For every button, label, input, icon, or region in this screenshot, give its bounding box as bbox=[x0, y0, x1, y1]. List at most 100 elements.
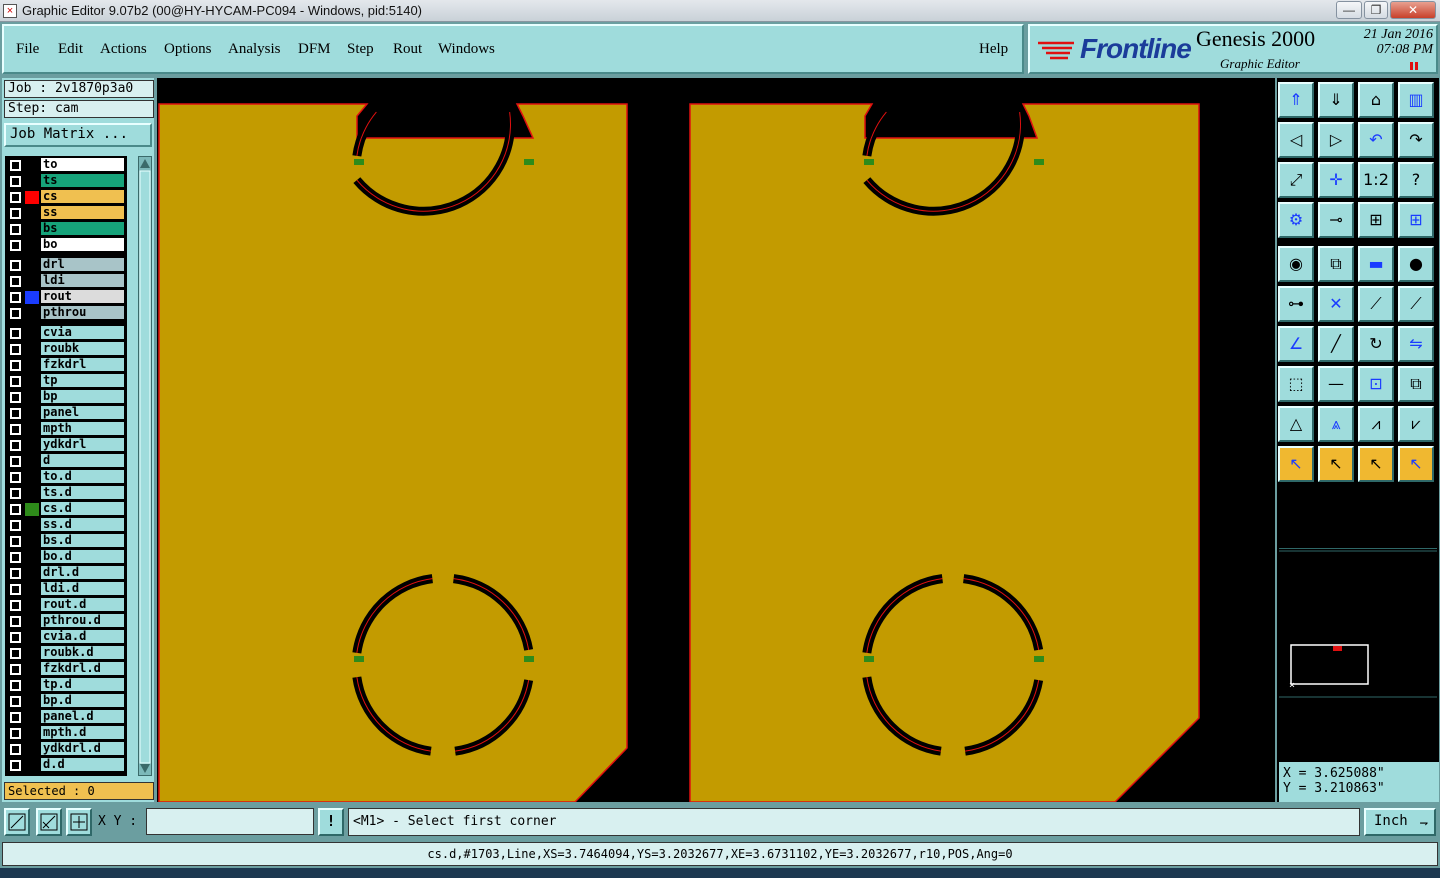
layer-row-bp-d[interactable]: bp.d bbox=[5, 694, 127, 708]
tool-button[interactable]: ⟋ bbox=[1358, 286, 1394, 322]
layer-checkbox[interactable] bbox=[10, 680, 21, 691]
layer-row-ydkdrl-d[interactable]: ydkdrl.d bbox=[5, 742, 127, 756]
warning-button[interactable]: ! bbox=[318, 808, 344, 836]
layer-checkbox[interactable] bbox=[10, 568, 21, 579]
layer-row-roubk-d[interactable]: roubk.d bbox=[5, 646, 127, 660]
snap-toggle-button[interactable] bbox=[4, 808, 30, 836]
layer-checkbox[interactable] bbox=[10, 328, 21, 339]
layer-checkbox[interactable] bbox=[10, 160, 21, 171]
tool-button[interactable]: ↖ bbox=[1278, 446, 1314, 482]
layer-checkbox[interactable] bbox=[10, 472, 21, 483]
layer-checkbox[interactable] bbox=[10, 176, 21, 187]
tool-button[interactable]: ⚙ bbox=[1278, 202, 1314, 238]
layer-checkbox[interactable] bbox=[10, 488, 21, 499]
menu-step[interactable]: Step bbox=[347, 41, 374, 58]
tool-button[interactable]: ⧉ bbox=[1318, 246, 1354, 282]
tool-button[interactable]: ▬ bbox=[1358, 246, 1394, 282]
layer-row-ts[interactable]: ts bbox=[5, 174, 127, 188]
tool-button[interactable]: ⇑ bbox=[1278, 82, 1314, 118]
layer-row-rout-d[interactable]: rout.d bbox=[5, 598, 127, 612]
menu-actions[interactable]: Actions bbox=[100, 41, 147, 58]
layer-checkbox[interactable] bbox=[10, 664, 21, 675]
tool-button[interactable]: ∠ bbox=[1278, 326, 1314, 362]
maximize-button[interactable]: ❐ bbox=[1364, 1, 1388, 19]
layer-checkbox[interactable] bbox=[10, 536, 21, 547]
layer-checkbox[interactable] bbox=[10, 600, 21, 611]
layer-checkbox[interactable] bbox=[10, 520, 21, 531]
tool-button[interactable]: ● bbox=[1398, 246, 1434, 282]
layer-row-bo-d[interactable]: bo.d bbox=[5, 550, 127, 564]
layer-checkbox[interactable] bbox=[10, 440, 21, 451]
menu-file[interactable]: File bbox=[16, 41, 39, 58]
layer-row-bs-d[interactable]: bs.d bbox=[5, 534, 127, 548]
layer-row-fzkdrl-d[interactable]: fzkdrl.d bbox=[5, 662, 127, 676]
tool-button[interactable]: ⊶ bbox=[1278, 286, 1314, 322]
layer-row-bp[interactable]: bp bbox=[5, 390, 127, 404]
xy-input[interactable] bbox=[146, 808, 314, 835]
layer-checkbox[interactable] bbox=[10, 308, 21, 319]
job-matrix-button[interactable]: Job Matrix ... bbox=[4, 123, 152, 147]
layer-checkbox[interactable] bbox=[10, 192, 21, 203]
layer-scrollbar[interactable] bbox=[138, 156, 152, 776]
layer-checkbox[interactable] bbox=[10, 760, 21, 771]
layer-checkbox[interactable] bbox=[10, 224, 21, 235]
layer-checkbox[interactable] bbox=[10, 616, 21, 627]
menu-options[interactable]: Options bbox=[164, 41, 212, 58]
tool-button[interactable]: ? bbox=[1398, 162, 1434, 198]
layer-row-d-d[interactable]: d.d bbox=[5, 758, 127, 772]
layer-row-tp[interactable]: tp bbox=[5, 374, 127, 388]
tool-button[interactable]: ▥ bbox=[1398, 82, 1434, 118]
tool-button[interactable]: ⟋ bbox=[1398, 286, 1434, 322]
layer-row-cs-d[interactable]: cs.d bbox=[5, 502, 127, 516]
layer-row-pthrou[interactable]: pthrou bbox=[5, 306, 127, 320]
layer-row-ss-d[interactable]: ss.d bbox=[5, 518, 127, 532]
layer-checkbox[interactable] bbox=[10, 648, 21, 659]
menu-dfm[interactable]: DFM bbox=[298, 41, 331, 58]
layer-row-fzkdrl[interactable]: fzkdrl bbox=[5, 358, 127, 372]
tool-button[interactable]: ◉ bbox=[1278, 246, 1314, 282]
layer-checkbox[interactable] bbox=[10, 424, 21, 435]
layer-row-ss[interactable]: ss bbox=[5, 206, 127, 220]
tool-button[interactable]: ⊞ bbox=[1398, 202, 1434, 238]
layer-checkbox[interactable] bbox=[10, 240, 21, 251]
layer-row-ldi-d[interactable]: ldi.d bbox=[5, 582, 127, 596]
tool-button[interactable]: ⌂ bbox=[1358, 82, 1394, 118]
tool-button[interactable]: ↖ bbox=[1318, 446, 1354, 482]
layer-checkbox[interactable] bbox=[10, 376, 21, 387]
tool-button[interactable]: ⩓ bbox=[1318, 406, 1354, 442]
minimize-button[interactable]: — bbox=[1336, 1, 1362, 19]
layer-checkbox[interactable] bbox=[10, 632, 21, 643]
tool-button[interactable]: ↶ bbox=[1358, 122, 1394, 158]
layer-row-rout[interactable]: rout bbox=[5, 290, 127, 304]
tool-button[interactable]: ↻ bbox=[1358, 326, 1394, 362]
tool-button[interactable]: ╱ bbox=[1318, 326, 1354, 362]
tool-button[interactable]: ⤢ bbox=[1278, 162, 1314, 198]
layer-checkbox[interactable] bbox=[10, 208, 21, 219]
graphic-canvas[interactable] bbox=[157, 78, 1275, 802]
layer-checkbox[interactable] bbox=[10, 456, 21, 467]
tool-button[interactable]: ⊸ bbox=[1318, 202, 1354, 238]
layer-checkbox[interactable] bbox=[10, 696, 21, 707]
tool-button[interactable]: ⇓ bbox=[1318, 82, 1354, 118]
layer-checkbox[interactable] bbox=[10, 584, 21, 595]
layer-row-to-d[interactable]: to.d bbox=[5, 470, 127, 484]
tool-button[interactable]: 1:2 bbox=[1358, 162, 1394, 198]
layer-checkbox[interactable] bbox=[10, 260, 21, 271]
tool-button[interactable]: ⩗ bbox=[1398, 406, 1434, 442]
layer-row-ldi[interactable]: ldi bbox=[5, 274, 127, 288]
layer-checkbox[interactable] bbox=[10, 276, 21, 287]
overview-map[interactable]: × bbox=[1279, 548, 1437, 758]
layer-row-tp-d[interactable]: tp.d bbox=[5, 678, 127, 692]
tool-button[interactable]: ◁ bbox=[1278, 122, 1314, 158]
layer-row-d[interactable]: d bbox=[5, 454, 127, 468]
layer-checkbox[interactable] bbox=[10, 712, 21, 723]
layer-checkbox[interactable] bbox=[10, 392, 21, 403]
menu-rout[interactable]: Rout bbox=[393, 41, 422, 58]
layer-checkbox[interactable] bbox=[10, 292, 21, 303]
tool-button[interactable]: ⬚ bbox=[1278, 366, 1314, 402]
layer-row-mpth[interactable]: mpth bbox=[5, 422, 127, 436]
cross-toggle-button[interactable] bbox=[66, 808, 92, 836]
tool-button[interactable]: ↖ bbox=[1398, 446, 1434, 482]
layer-row-to[interactable]: to bbox=[5, 158, 127, 172]
layer-row-cs[interactable]: cs bbox=[5, 190, 127, 204]
